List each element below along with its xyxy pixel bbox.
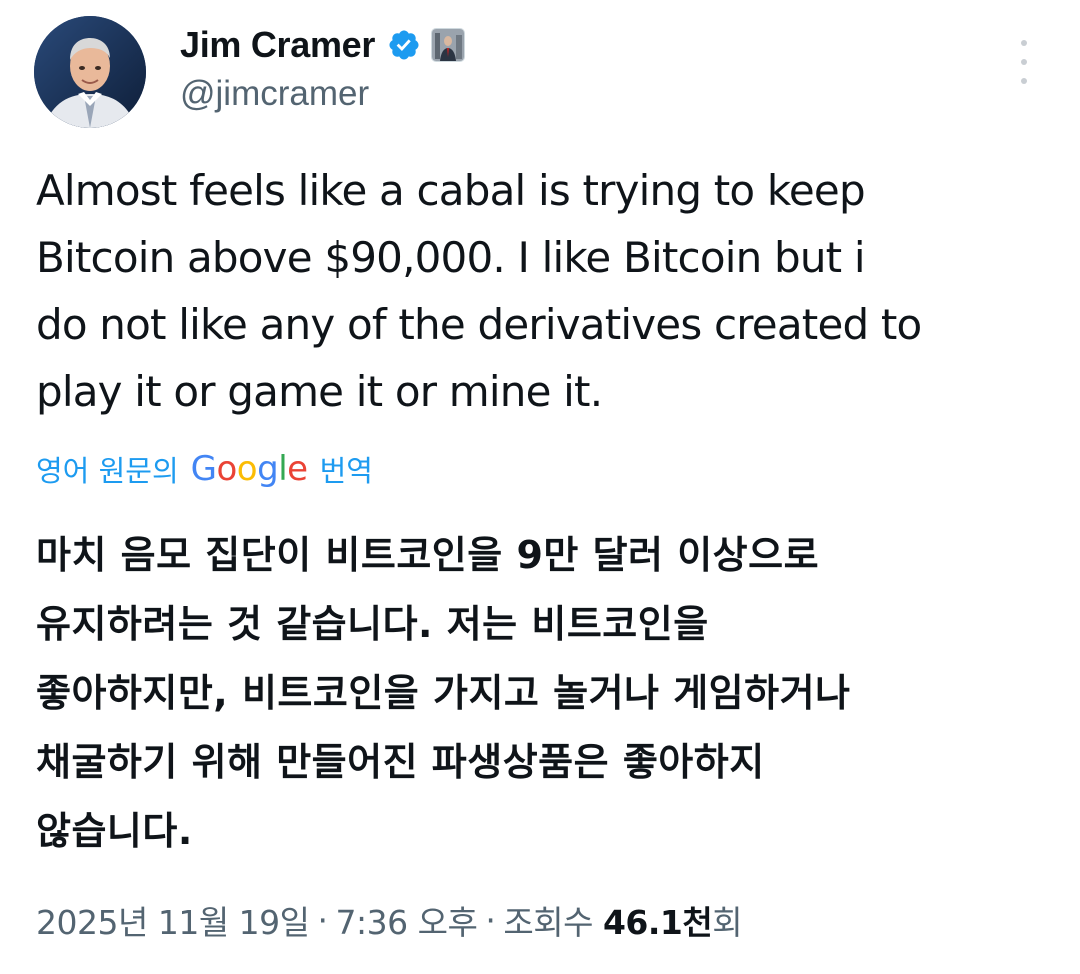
views-count[interactable]: 46.1천 [603, 896, 713, 944]
tweet-date[interactable]: 2025년 11월 19일 [36, 896, 310, 944]
handle[interactable]: @jimcramer [180, 74, 465, 114]
more-dot [1021, 78, 1027, 84]
tweet: Jim Cramer @jimcramer Almost feels like … [0, 0, 1080, 974]
avatar[interactable] [34, 16, 146, 128]
name-row: Jim Cramer [180, 22, 466, 68]
translation-attribution[interactable]: 영어 원문의 Google 번역 [36, 446, 373, 492]
views-label: 조회수 [503, 903, 603, 942]
more-options-icon[interactable] [1010, 40, 1038, 84]
verified-badge-icon[interactable] [387, 28, 421, 62]
meta-separator: · [485, 900, 496, 940]
more-dot [1021, 59, 1027, 65]
google-logo: Google [190, 449, 308, 489]
tweet-meta: 2025년 11월 19일 · 7:36 오후 · 조회수 46.1천 회 [36, 895, 743, 945]
affiliation-badge-icon[interactable] [431, 28, 466, 62]
translated-text: 마치 음모 집단이 비트코인을 9만 달러 이상으로 유지하려는 것 같습니다.… [36, 533, 851, 853]
tweet-text: Almost feels like a cabal is trying to k… [36, 166, 922, 416]
meta-separator: · [317, 900, 329, 940]
translation-prefix: 영어 원문의 [36, 454, 179, 488]
author-block: Jim Cramer @jimcramer [180, 22, 466, 114]
more-dot [1021, 40, 1027, 46]
translation-suffix: 번역 [319, 454, 373, 488]
display-name[interactable]: Jim Cramer [180, 24, 375, 66]
avatar-image [34, 16, 146, 128]
views-unit: 회 [712, 903, 743, 942]
tweet-time[interactable]: 7:36 오후 [336, 896, 478, 944]
